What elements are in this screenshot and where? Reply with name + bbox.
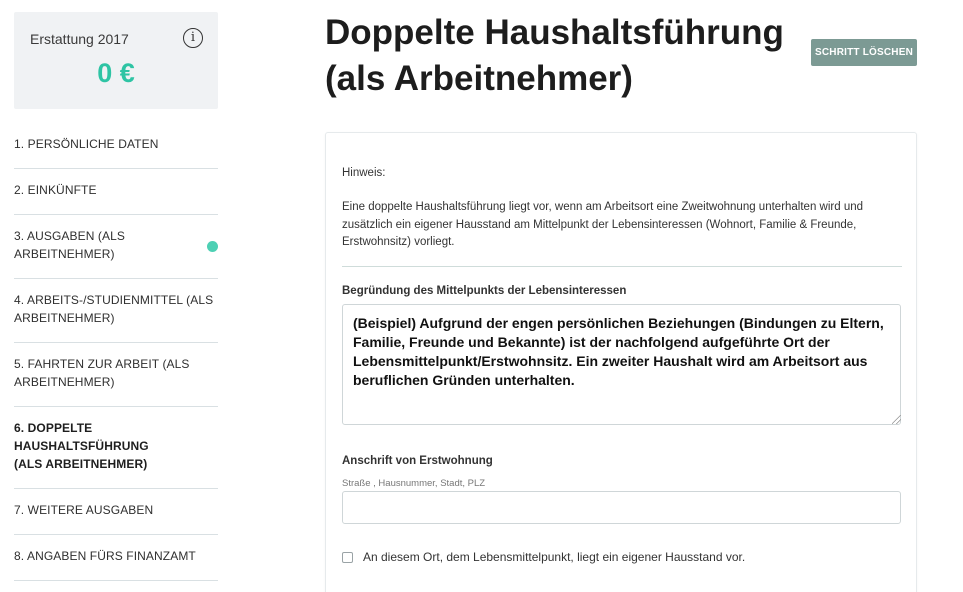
nav-item-tax-office[interactable]: 8. Angaben fürs Finanzamt [14, 535, 218, 581]
household-checkbox[interactable] [342, 551, 353, 563]
nav-item-label: 2. Einkünfte [14, 183, 97, 197]
nav-item-personal-data[interactable]: 1. Persönliche Daten [14, 123, 218, 169]
refund-summary: Erstattung 2017 i 0 € [14, 12, 218, 109]
address-label: Anschrift von Erstwohnung [342, 455, 493, 467]
page-title: Doppelte Haushaltsführung (als Arbeitneh… [325, 13, 784, 98]
delete-step-button[interactable]: Schritt löschen [811, 39, 917, 66]
nav-item-label: 1. Persönliche Daten [14, 137, 159, 151]
hint-title: Hinweis: [342, 167, 386, 179]
address-input[interactable] [342, 491, 901, 524]
sidebar: Erstattung 2017 i 0 € 1. Persönliche Dat… [14, 12, 218, 581]
info-icon[interactable]: i [183, 28, 203, 48]
reason-label: Begründung des Mittelpunkts der Lebensin… [342, 285, 627, 297]
nav-item-label: 5. Fahrten zur Arbeit (als Arbeitnehmer) [14, 357, 190, 389]
step-navigation: 1. Persönliche Daten 2. Einkünfte 3. Aus… [14, 123, 218, 581]
hint-text: Eine doppelte Haushaltsführung liegt vor… [342, 201, 864, 248]
refund-label: Erstattung 2017 [30, 31, 129, 47]
reason-textarea[interactable]: (Beispiel) Aufgrund der engen persönlich… [342, 304, 901, 425]
nav-item-work-materials[interactable]: 4. Arbeits-/Studienmittel (als Arbeitneh… [14, 279, 218, 343]
nav-item-label: 4. Arbeits-/Studienmittel (als Arbeitneh… [14, 293, 214, 325]
status-dot [207, 241, 218, 252]
resize-handle-icon[interactable] [892, 415, 901, 424]
nav-item-label: 8. Angaben fürs Finanzamt [14, 549, 196, 563]
address-sublabel: Straße , Hausnummer, Stadt, PLZ [342, 478, 486, 489]
nav-item-label: 6. Doppelte Haushaltsführung (als Arbeit… [14, 421, 149, 471]
nav-item-commute[interactable]: 5. Fahrten zur Arbeit (als Arbeitnehmer) [14, 343, 218, 407]
nav-item-other-expenses[interactable]: 7. Weitere Ausgaben [14, 489, 218, 535]
divider [342, 266, 902, 267]
nav-item-expenses[interactable]: 3. Ausgaben (als Arbeitnehmer) [14, 215, 218, 279]
nav-item-double-household[interactable]: 6. Doppelte Haushaltsführung (als Arbeit… [14, 407, 218, 489]
household-checkbox-row[interactable]: An diesem Ort, dem Lebensmittelpunkt, li… [342, 550, 745, 564]
nav-item-income[interactable]: 2. Einkünfte [14, 169, 218, 215]
page: Erstattung 2017 i 0 € 1. Persönliche Dat… [0, 0, 963, 592]
household-checkbox-label[interactable]: An diesem Ort, dem Lebensmittelpunkt, li… [363, 550, 745, 564]
refund-amount: 0 € [97, 58, 135, 88]
nav-item-label: 3. Ausgaben (als Arbeitnehmer) [14, 229, 125, 261]
form-card: Hinweis: Eine doppelte Haushaltsführung … [325, 132, 917, 592]
nav-item-label: 7. Weitere Ausgaben [14, 503, 154, 517]
